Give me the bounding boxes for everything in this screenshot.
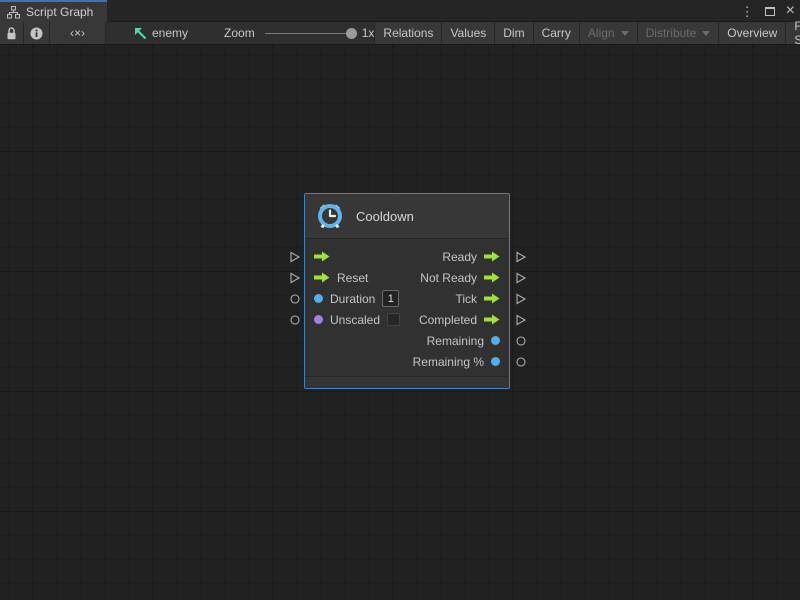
flow-port-icon [515, 293, 527, 305]
port-label: Ready [442, 250, 477, 264]
align-button[interactable]: Align [579, 22, 637, 44]
port-label: Remaining % [413, 355, 484, 369]
port-label: Tick [455, 292, 477, 306]
zoom-slider-handle[interactable] [346, 28, 357, 39]
chevron-down-icon [702, 31, 710, 36]
lock-button[interactable] [0, 22, 24, 44]
external-input-ports [288, 246, 302, 330]
value-port-icon [289, 293, 301, 305]
code-preview-button[interactable]: ‹×› [50, 22, 106, 44]
port-label: Duration [330, 292, 375, 306]
value-input-port[interactable] [288, 288, 302, 309]
port-row-tick[interactable]: Tick [413, 288, 509, 309]
value-dot-icon [491, 336, 500, 345]
port-label: Reset [337, 271, 368, 285]
relations-button[interactable]: Relations [374, 22, 441, 44]
chevron-down-icon [621, 31, 629, 36]
port-row-ready[interactable]: Ready [413, 246, 509, 267]
zoom-slider[interactable] [265, 33, 353, 34]
value-output-port[interactable] [514, 351, 528, 372]
flow-port-icon [289, 251, 301, 263]
port-row-duration[interactable]: Duration [305, 288, 400, 309]
external-output-ports [514, 246, 528, 372]
value-dot-icon [314, 315, 323, 324]
zoom-control: Zoom 1x [224, 22, 374, 44]
port-row-not-ready[interactable]: Not Ready [413, 267, 509, 288]
flow-arrow-icon [314, 272, 330, 283]
value-port-icon [515, 356, 527, 368]
distribute-label: Distribute [646, 26, 697, 40]
tab-bar: Script Graph ⋮ × [0, 0, 800, 22]
full-screen-button[interactable]: Full Screen [785, 22, 800, 44]
unscaled-checkbox[interactable] [387, 313, 400, 326]
value-input-port[interactable] [288, 309, 302, 330]
flow-output-port[interactable] [514, 309, 528, 330]
window-controls: ⋮ × [741, 0, 795, 22]
port-label: Not Ready [420, 271, 477, 285]
node-footer [305, 376, 509, 388]
breadcrumb[interactable]: enemy [128, 22, 194, 44]
flow-port-icon [515, 272, 527, 284]
flow-arrow-icon [484, 251, 500, 262]
value-output-port[interactable] [514, 330, 528, 351]
script-graph-icon [7, 6, 20, 19]
port-row-remaining[interactable]: Remaining [413, 330, 509, 351]
cooldown-node-area: Cooldown Reset [288, 193, 528, 393]
distribute-button[interactable]: Distribute [637, 22, 719, 44]
zoom-level: 1x [362, 26, 375, 40]
value-port-icon [515, 335, 527, 347]
value-dot-icon [314, 294, 323, 303]
alarm-clock-icon [315, 201, 345, 231]
tab-script-graph[interactable]: Script Graph [0, 0, 107, 22]
align-label: Align [588, 26, 615, 40]
flow-input-port[interactable] [288, 267, 302, 288]
cooldown-node[interactable]: Cooldown Reset [304, 193, 510, 389]
maximize-icon[interactable] [765, 7, 775, 16]
duration-input[interactable] [382, 290, 399, 307]
flow-arrow-icon [484, 272, 500, 283]
node-body: Reset Duration Unscaled [305, 239, 509, 376]
port-label: Unscaled [330, 313, 380, 327]
graph-toolbar: ‹×› enemy Zoom 1x Relations Values Dim C… [0, 22, 800, 45]
tab-label: Script Graph [26, 5, 93, 19]
flow-arrow-icon [484, 314, 500, 325]
breadcrumb-label: enemy [152, 26, 188, 40]
toolbar-buttons: Relations Values Dim Carry Align Distrib… [374, 22, 800, 44]
dim-button[interactable]: Dim [494, 22, 532, 44]
flow-port-icon [515, 314, 527, 326]
info-button[interactable] [24, 22, 50, 44]
flow-port-icon [289, 272, 301, 284]
port-row-unscaled[interactable]: Unscaled [305, 309, 400, 330]
port-row-completed[interactable]: Completed [413, 309, 509, 330]
port-label: Completed [419, 313, 477, 327]
output-column: Ready Not Ready Tick [413, 246, 509, 372]
graph-breadcrumb-icon [134, 27, 147, 40]
port-label: Remaining [427, 334, 484, 348]
flow-port-icon [515, 251, 527, 263]
node-header[interactable]: Cooldown [305, 194, 509, 239]
values-button[interactable]: Values [441, 22, 494, 44]
overview-button[interactable]: Overview [718, 22, 785, 44]
carry-button[interactable]: Carry [533, 22, 579, 44]
port-row-remaining-pct[interactable]: Remaining % [413, 351, 509, 372]
flow-output-port[interactable] [514, 246, 528, 267]
port-row-flow-in[interactable] [305, 246, 400, 267]
flow-arrow-icon [484, 293, 500, 304]
graph-canvas[interactable]: Cooldown Reset [0, 45, 800, 600]
flow-input-port[interactable] [288, 246, 302, 267]
info-icon [30, 27, 43, 40]
flow-arrow-icon [314, 251, 330, 262]
flow-output-port[interactable] [514, 288, 528, 309]
port-row-reset[interactable]: Reset [305, 267, 400, 288]
window-menu-icon[interactable]: ⋮ [741, 5, 754, 18]
zoom-label: Zoom [224, 26, 255, 40]
input-column: Reset Duration Unscaled [305, 246, 400, 372]
flow-output-port[interactable] [514, 267, 528, 288]
value-port-icon [289, 314, 301, 326]
lock-icon [6, 27, 17, 40]
close-icon[interactable]: × [786, 3, 795, 19]
node-title: Cooldown [356, 209, 414, 224]
value-dot-icon [491, 357, 500, 366]
